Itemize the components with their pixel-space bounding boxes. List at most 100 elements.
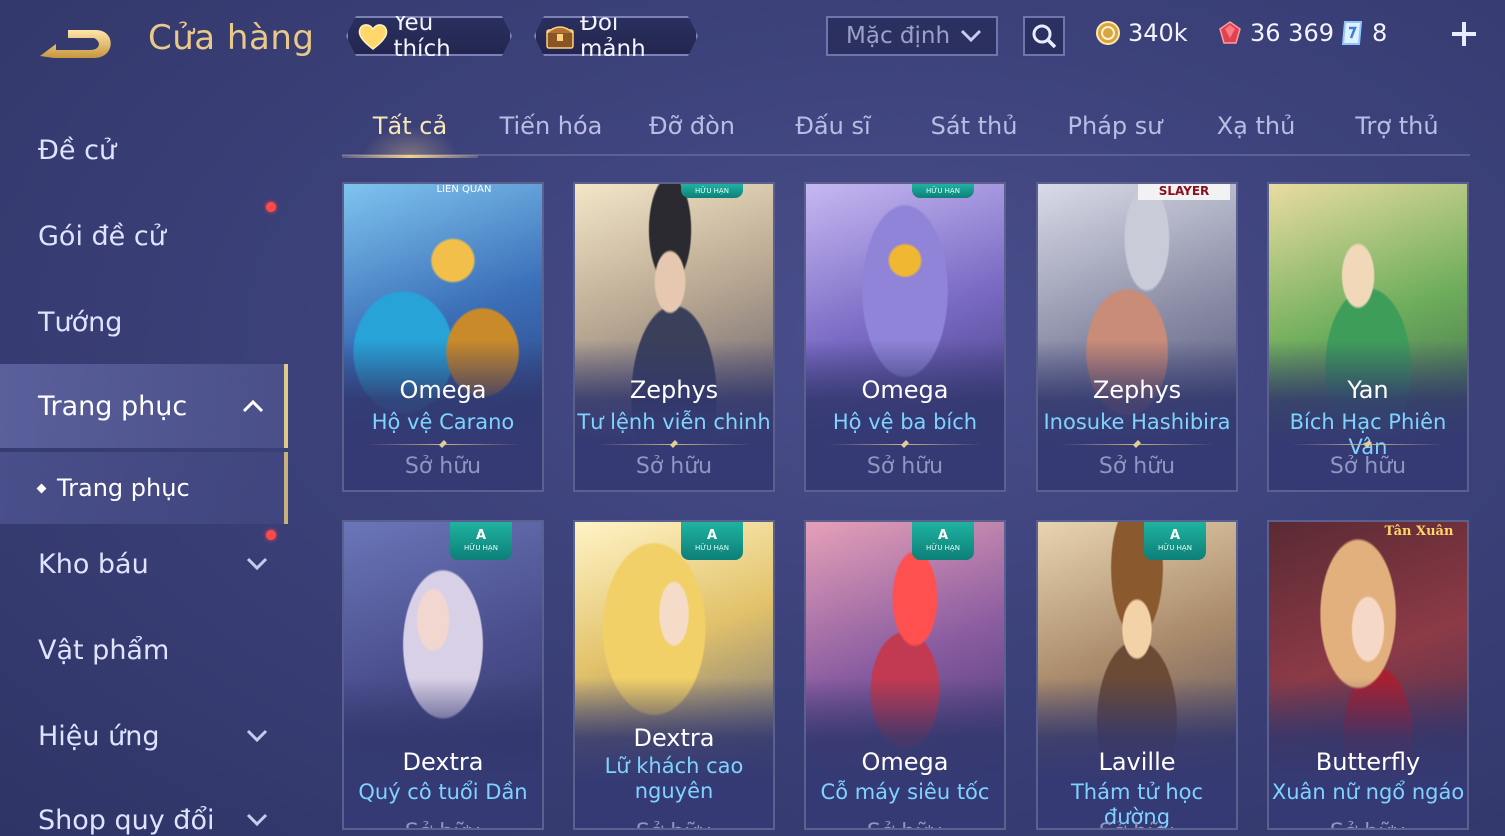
sidebar-item-label: Đề cử xyxy=(38,134,117,166)
skin-card[interactable]: SLAYER Zephys Inosuke Hashibira Sở hữu xyxy=(1036,182,1238,492)
tab-marksman[interactable]: Xạ thủ xyxy=(1188,108,1324,156)
hero-name: Omega xyxy=(861,748,949,776)
voucher-balance: 8 xyxy=(1338,16,1387,50)
skin-card[interactable]: HỮU HẠN Omega Hộ vệ ba bích Sở hữu xyxy=(804,182,1006,492)
tab-fighter[interactable]: Đấu sĩ xyxy=(765,108,901,156)
hero-name: Zephys xyxy=(1092,376,1182,404)
sidebar-item-featured[interactable]: Đề cử xyxy=(0,108,288,192)
hero-name: Yan xyxy=(1347,376,1389,404)
rank-label: A xyxy=(937,528,949,543)
rank-limited-badge: A HỮU HẠN xyxy=(450,522,512,560)
sidebar-item-label: Gói đề cử xyxy=(38,220,166,252)
sidebar-item-label: Hiệu ứng xyxy=(38,720,160,752)
chevron-up-icon xyxy=(242,399,264,413)
rank-label: A xyxy=(1169,528,1181,543)
sidebar-item-items[interactable]: Vật phẩm xyxy=(0,608,288,692)
voucher-ticket-icon xyxy=(1338,19,1366,47)
notification-dot xyxy=(266,202,276,212)
limited-label: HỮU HẠN xyxy=(926,544,960,552)
gem-balance: 36 369 xyxy=(1216,16,1334,50)
sidebar-subitem-label: Trang phục xyxy=(57,474,190,502)
tab-evolution[interactable]: Tiến hóa xyxy=(483,108,619,156)
game-logo-text: LIÊN QUÂN xyxy=(436,184,492,195)
treasure-chest-icon xyxy=(544,20,576,52)
sidebar-item-label: Shop quy đổi xyxy=(38,804,215,836)
hero-name: Omega xyxy=(861,376,949,404)
tab-all[interactable]: Tất cả xyxy=(342,108,478,158)
sort-dropdown[interactable]: Mặc định xyxy=(826,16,998,56)
tab-support[interactable]: Trợ thủ xyxy=(1329,108,1465,156)
card-divider xyxy=(828,444,982,445)
owned-status: Sở hữu xyxy=(1098,454,1176,479)
sidebar-item-heroes[interactable]: Tướng xyxy=(0,280,288,364)
sidebar-item-label: Vật phẩm xyxy=(38,634,170,666)
voucher-amount: 8 xyxy=(1372,19,1388,47)
chevron-down-icon xyxy=(246,557,268,571)
sidebar-item-exchange-shop[interactable]: Shop quy đổi xyxy=(0,778,288,836)
rank-limited-badge: A HỮU HẠN xyxy=(681,522,743,560)
sidebar-subitem-skins[interactable]: Trang phục xyxy=(0,452,288,524)
favorites-button[interactable]: Yêu thích xyxy=(346,16,512,56)
limited-badge: HỮU HẠN xyxy=(912,184,974,198)
skin-card[interactable]: HỮU HẠN Zephys Tư lệnh viễn chinh Sở hữu xyxy=(573,182,775,492)
skin-name: Tư lệnh viễn chinh xyxy=(577,410,771,434)
page-title: Cửa hàng xyxy=(148,18,315,58)
chevron-down-icon xyxy=(960,29,982,43)
top-bar: Cửa hàng Yêu thích Đổi mảnh Mặc định 340… xyxy=(0,0,1505,80)
owned-status: Sở hữu xyxy=(344,820,542,828)
owned-status: Sở hữu xyxy=(866,454,944,479)
owned-status: Sở hữu xyxy=(635,454,713,479)
skin-card[interactable]: AHỮU HẠN Laville Thám tử học đường Sở hữ… xyxy=(1036,520,1238,830)
skin-card[interactable]: AHỮU HẠN Dextra Lữ khách cao nguyên Sở h… xyxy=(573,520,775,830)
diamond-bullet-icon xyxy=(36,483,47,493)
skin-card[interactable]: Tân Xuân Butterfly Xuân nữ ngổ ngáo Sở h… xyxy=(1267,520,1469,830)
event-logo-text: Tân Xuân xyxy=(1384,524,1454,539)
owned-status: Sở hữu xyxy=(575,820,773,828)
limited-badge: HỮU HẠN xyxy=(681,184,743,198)
tab-tank[interactable]: Đỡ đòn xyxy=(624,108,760,156)
search-button[interactable] xyxy=(1023,16,1065,56)
gold-balance: 340k xyxy=(1094,16,1188,50)
card-divider xyxy=(1291,444,1445,445)
hero-name: Butterfly xyxy=(1315,748,1421,776)
skin-name: Bích Hạc Phiên Vân xyxy=(1289,410,1447,459)
add-currency-icon[interactable] xyxy=(1448,18,1480,50)
rank-label: A xyxy=(475,528,487,543)
sidebar-item-label: Tướng xyxy=(38,306,123,338)
tab-assassin[interactable]: Sát thủ xyxy=(906,108,1042,156)
sidebar-item-label: Trang phục xyxy=(38,390,188,422)
sidebar-item-featured-bundles[interactable]: Gói đề cử xyxy=(0,194,288,278)
rank-limited-badge: A HỮU HẠN xyxy=(912,522,974,560)
hero-name: Zephys xyxy=(629,376,719,404)
owned-status: Sở hữu xyxy=(806,820,1004,828)
card-shade xyxy=(575,678,773,828)
role-tabs: Tất cả Tiến hóa Đỡ đòn Đấu sĩ Sát thủ Ph… xyxy=(342,100,1470,158)
limited-label: HỮU HẠN xyxy=(695,544,729,552)
card-divider xyxy=(1060,444,1214,445)
limited-label: HỮU HẠN xyxy=(926,187,960,195)
skin-name: Xuân nữ ngổ ngáo xyxy=(1271,780,1465,804)
sidebar-item-skins[interactable]: Trang phục xyxy=(0,364,288,448)
tab-mage[interactable]: Pháp sư xyxy=(1047,108,1183,156)
back-arrow-icon[interactable] xyxy=(38,22,116,62)
hero-name: Dextra xyxy=(402,748,484,776)
sidebar: Đề cử Gói đề cử Tướng Trang phục Trang p… xyxy=(0,100,290,836)
gem-amount: 36 369 xyxy=(1250,19,1334,47)
owned-status: Sở hữu xyxy=(1038,820,1236,828)
chevron-down-icon xyxy=(246,813,268,827)
sidebar-item-effects[interactable]: Hiệu ứng xyxy=(0,694,288,778)
sort-value: Mặc định xyxy=(846,23,951,49)
exchange-fragments-button[interactable]: Đổi mảnh xyxy=(534,16,698,56)
skin-card[interactable]: LIÊN QUÂN Omega Hộ vệ Carano Sở hữu xyxy=(342,182,544,492)
skin-card[interactable]: AHỮU HẠN Dextra Quý cô tuổi Dần Sở hữu xyxy=(342,520,544,830)
limited-label: HỮU HẠN xyxy=(464,544,498,552)
skin-name: Hộ vệ Carano xyxy=(371,410,515,434)
chevron-down-icon xyxy=(246,729,268,743)
notification-dot xyxy=(266,530,276,540)
limited-label: HỮU HẠN xyxy=(1158,544,1192,552)
sidebar-item-treasure[interactable]: Kho báu xyxy=(0,522,288,606)
skin-card[interactable]: AHỮU HẠN Omega Cỗ máy siêu tốc Sở hữu xyxy=(804,520,1006,830)
collab-logo-text: SLAYER xyxy=(1138,184,1230,200)
skin-card[interactable]: Yan Bích Hạc Phiên Vân Sở hữu xyxy=(1267,182,1469,492)
search-icon xyxy=(1032,24,1057,49)
